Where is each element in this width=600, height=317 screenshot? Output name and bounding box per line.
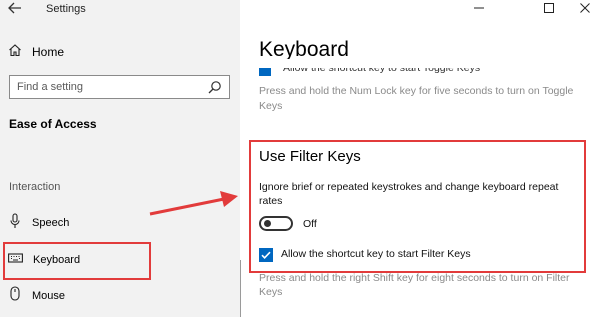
sidebar-item-mouse[interactable]: Mouse [8,285,66,307]
toggle-state-label: Off [303,218,317,230]
group-label: Interaction [9,181,61,193]
filter-keys-heading: Use Filter Keys [259,148,361,165]
filter-keys-shortcut-description: Press and hold the right Shift key for e… [259,272,570,298]
toggle-knob [264,220,271,227]
toggle-keys-description: Press and hold the Num Lock key for five… [259,85,574,112]
scroll-divider [240,260,241,317]
sidebar-item-label: Speech [32,217,70,229]
sidebar: Settings Home Ease of Access Interaction… [0,0,240,317]
back-arrow-icon[interactable] [8,2,24,16]
mouse-icon [8,285,22,307]
close-icon[interactable] [570,0,600,16]
home-label: Home [32,45,65,59]
checkmark-icon [261,251,271,259]
minimize-icon[interactable] [464,0,494,16]
filter-keys-shortcut-checkbox[interactable] [259,248,273,262]
scroll-clip [241,59,600,68]
search-icon[interactable] [208,80,222,94]
filter-keys-toggle[interactable] [259,216,293,231]
microphone-icon [8,212,22,234]
sidebar-item-speech[interactable]: Speech [8,212,70,234]
home-nav-item[interactable]: Home [8,43,65,62]
filter-keys-description: Ignore brief or repeated keystrokes and … [259,181,559,207]
maximize-icon[interactable] [534,0,564,16]
section-title: Ease of Access [9,117,97,131]
keyboard-highlight-box [3,242,151,280]
sidebar-item-label: Mouse [32,290,66,302]
window-title: Settings [46,3,86,15]
search-box[interactable] [9,75,230,99]
home-icon [8,43,22,62]
search-input[interactable] [17,79,197,95]
filter-keys-shortcut-label: Allow the shortcut key to start Filter K… [281,248,471,260]
